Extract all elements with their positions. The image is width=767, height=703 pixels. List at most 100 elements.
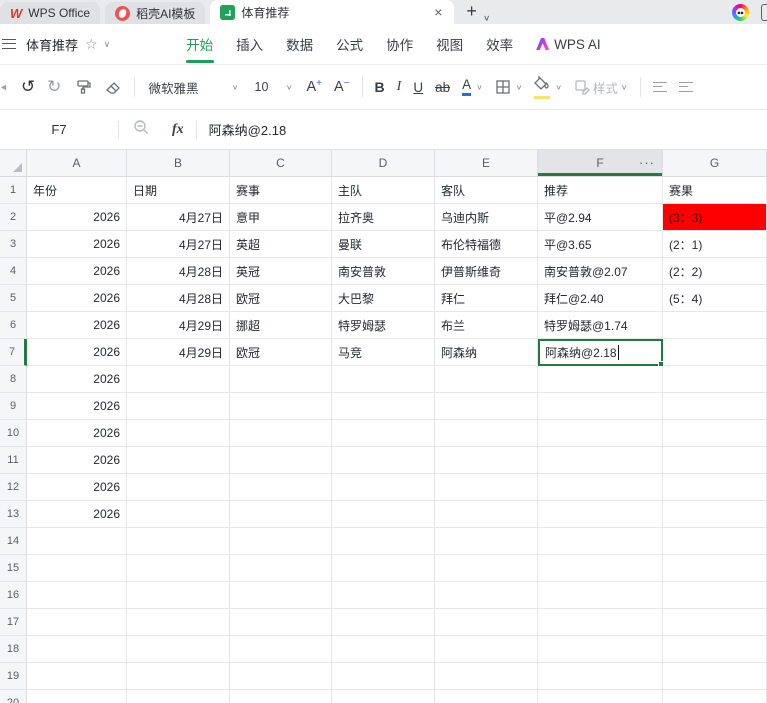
cell-styles-button[interactable]: 样式 ∨	[574, 74, 628, 100]
favorite-star-icon[interactable]: ☆	[85, 36, 98, 53]
cell-B19[interactable]	[127, 663, 230, 690]
cell-F18[interactable]	[538, 636, 663, 663]
cell-C14[interactable]	[230, 528, 332, 555]
cell-E10[interactable]	[435, 420, 538, 447]
cell-B10[interactable]	[127, 420, 230, 447]
fill-color-button[interactable]: ∨	[534, 74, 562, 100]
cell-F6[interactable]: 特罗姆瑟@1.74	[538, 312, 663, 339]
bold-button[interactable]: B	[375, 74, 385, 100]
cell-E16[interactable]	[435, 582, 538, 609]
cell-B13[interactable]	[127, 501, 230, 528]
cell-A6[interactable]: 2026	[27, 312, 127, 339]
cell-B14[interactable]	[127, 528, 230, 555]
redo-button[interactable]: ↺	[47, 74, 61, 100]
new-tab-button[interactable]: +	[466, 1, 477, 22]
cell-F20[interactable]	[538, 690, 663, 703]
cell-A9[interactable]: 2026	[27, 393, 127, 420]
cell-G14[interactable]	[663, 528, 767, 555]
decrease-font-button[interactable]: A −	[334, 74, 350, 100]
cell-E19[interactable]	[435, 663, 538, 690]
column-header-F[interactable]: F ···	[538, 150, 663, 177]
row-header-13[interactable]: 13	[0, 501, 27, 528]
row-header-8[interactable]: 8	[0, 366, 27, 393]
cell-G6[interactable]	[663, 312, 767, 339]
formula-input[interactable]: 阿森纳@2.18	[209, 120, 287, 139]
column-header-G[interactable]: G	[663, 150, 767, 177]
cell-G9[interactable]	[663, 393, 767, 420]
column-header-D[interactable]: D	[332, 150, 435, 177]
cell-C5[interactable]: 欧冠	[230, 285, 332, 312]
cell-B11[interactable]	[127, 447, 230, 474]
cell-D4[interactable]: 南安普敦	[332, 258, 435, 285]
cell-F2[interactable]: 平@2.94	[538, 204, 663, 231]
row-header-18[interactable]: 18	[0, 636, 27, 663]
cell-E2[interactable]: 乌迪内斯	[435, 204, 538, 231]
cell-B1[interactable]: 日期	[127, 177, 230, 204]
cell-G17[interactable]	[663, 609, 767, 636]
cell-F10[interactable]	[538, 420, 663, 447]
cell-B8[interactable]	[127, 366, 230, 393]
cell-G10[interactable]	[663, 420, 767, 447]
column-header-C[interactable]: C	[230, 150, 332, 177]
cell-C13[interactable]	[230, 501, 332, 528]
cell-C9[interactable]	[230, 393, 332, 420]
cell-G5[interactable]: (5：4)	[663, 285, 767, 312]
toolbar-scroll-left-icon[interactable]: ◄	[0, 74, 8, 100]
cell-A11[interactable]: 2026	[27, 447, 127, 474]
borders-button[interactable]: ∨	[495, 74, 522, 100]
cell-F3[interactable]: 平@3.65	[538, 231, 663, 258]
cell-F1[interactable]: 推荐	[538, 177, 663, 204]
cell-A1[interactable]: 年份	[27, 177, 127, 204]
cell-C6[interactable]: 挪超	[230, 312, 332, 339]
cell-F16[interactable]	[538, 582, 663, 609]
cell-D13[interactable]	[332, 501, 435, 528]
cell-G11[interactable]	[663, 447, 767, 474]
cell-G4[interactable]: (2：2)	[663, 258, 767, 285]
cell-F12[interactable]	[538, 474, 663, 501]
cell-G19[interactable]	[663, 663, 767, 690]
cell-E15[interactable]	[435, 555, 538, 582]
cell-D8[interactable]	[332, 366, 435, 393]
column-header-B[interactable]: B	[127, 150, 230, 177]
column-header-E[interactable]: E	[435, 150, 538, 177]
menu-insert[interactable]: 插入	[234, 28, 265, 60]
cell-B18[interactable]	[127, 636, 230, 663]
cell-E9[interactable]	[435, 393, 538, 420]
cell-D19[interactable]	[332, 663, 435, 690]
menu-collaborate[interactable]: 协作	[384, 28, 415, 60]
cell-A3[interactable]: 2026	[27, 231, 127, 258]
cell-D5[interactable]: 大巴黎	[332, 285, 435, 312]
cell-E3[interactable]: 布伦特福德	[435, 231, 538, 258]
cell-B2[interactable]: 4月27日	[127, 204, 230, 231]
name-box[interactable]: F7	[0, 122, 118, 137]
zoom-out-search-icon[interactable]	[133, 119, 150, 141]
cell-G3[interactable]: (2：1)	[663, 231, 767, 258]
italic-button[interactable]: I	[397, 74, 402, 100]
cell-D1[interactable]: 主队	[332, 177, 435, 204]
cell-A7[interactable]: 2026	[27, 339, 127, 366]
cell-F15[interactable]	[538, 555, 663, 582]
cell-D11[interactable]	[332, 447, 435, 474]
cell-E12[interactable]	[435, 474, 538, 501]
cell-A2[interactable]: 2026	[27, 204, 127, 231]
menu-efficiency[interactable]: 效率	[484, 28, 515, 60]
cell-E4[interactable]: 伊普斯维奇	[435, 258, 538, 285]
cell-A5[interactable]: 2026	[27, 285, 127, 312]
row-header-7[interactable]: 7	[0, 339, 27, 366]
cell-A17[interactable]	[27, 609, 127, 636]
title-chevron-icon[interactable]: ∨	[104, 39, 111, 50]
cell-G15[interactable]	[663, 555, 767, 582]
cell-C10[interactable]	[230, 420, 332, 447]
row-header-15[interactable]: 15	[0, 555, 27, 582]
row-header-14[interactable]: 14	[0, 528, 27, 555]
menu-formula[interactable]: 公式	[334, 28, 365, 60]
main-menu-icon[interactable]	[2, 39, 16, 49]
strikethrough-button[interactable]: ab	[435, 74, 450, 100]
cell-C15[interactable]	[230, 555, 332, 582]
cell-A4[interactable]: 2026	[27, 258, 127, 285]
cell-G8[interactable]	[663, 366, 767, 393]
tab-sports-sheet[interactable]: 体育推荐 ×	[210, 0, 455, 24]
cell-A20[interactable]	[27, 690, 127, 703]
cell-C11[interactable]	[230, 447, 332, 474]
cell-B9[interactable]	[127, 393, 230, 420]
